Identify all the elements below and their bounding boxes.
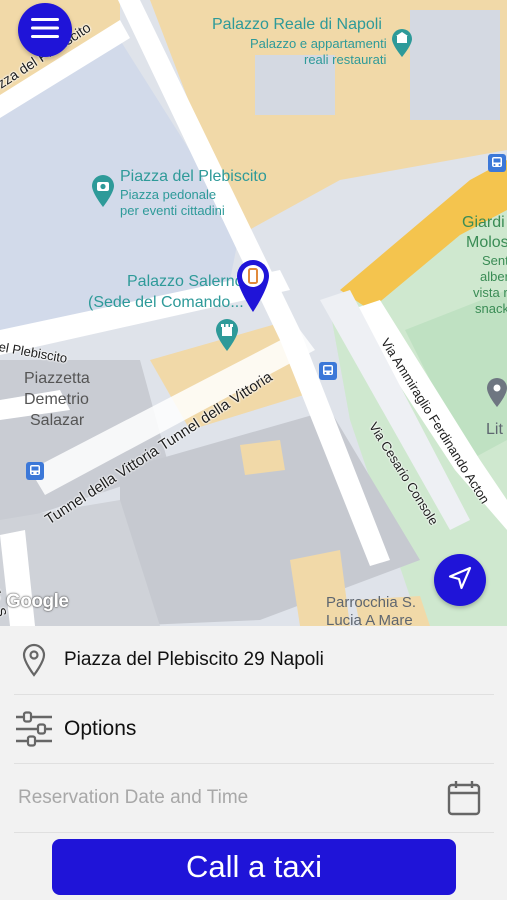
map-view[interactable]: Palazzo Reale di Napoli Palazzo e appart… xyxy=(0,0,507,626)
plebiscito-subtitle-2: per eventi cittadini xyxy=(120,203,225,218)
reservation-date-field[interactable]: Reservation Date and Time xyxy=(14,764,494,833)
palazzo-reale-subtitle-1: Palazzo e appartamenti xyxy=(250,36,387,51)
piazzetta-line-2: Demetrio xyxy=(24,391,89,408)
reservation-date-placeholder: Reservation Date and Time xyxy=(18,787,249,808)
parrocchia-line-1: Parrocchia S. xyxy=(326,594,417,611)
location-pin-icon xyxy=(14,640,54,680)
palazzo-reale-title: Palazzo Reale di Napoli xyxy=(212,16,382,33)
camera-icon[interactable] xyxy=(90,174,116,208)
monument-icon[interactable] xyxy=(214,318,240,352)
call-taxi-button[interactable]: Call a taxi xyxy=(52,839,456,895)
palazzo-salerno-subtitle: (Sede del Comando... xyxy=(88,294,244,311)
sliders-icon xyxy=(14,709,54,749)
google-logo: Google xyxy=(6,591,69,612)
options-label: Options xyxy=(64,717,137,740)
navigation-arrow-icon xyxy=(447,565,473,596)
parrocchia-line-2: Lucia A Mare xyxy=(326,612,413,626)
address-text: Piazza del Plebiscito 29 Napoli xyxy=(64,649,324,670)
landmark-icon[interactable] xyxy=(390,28,414,58)
selected-location-pin-icon[interactable] xyxy=(235,258,271,314)
my-location-button[interactable] xyxy=(434,554,486,606)
plebiscito-title: Piazza del Plebiscito xyxy=(120,168,267,185)
menu-button[interactable] xyxy=(18,3,72,57)
bus-stop-icon[interactable] xyxy=(488,154,506,172)
lit-label: Lit xyxy=(486,421,503,438)
piazzetta-line-3: Salazar xyxy=(30,412,85,429)
plebiscito-subtitle-1: Piazza pedonale xyxy=(120,187,217,202)
giardini-line-6: snack xyxy=(475,301,507,316)
giardini-line-4: alber xyxy=(480,269,507,284)
address-row[interactable]: Piazza del Plebiscito 29 Napoli xyxy=(14,626,494,695)
bus-stop-icon[interactable] xyxy=(26,462,44,480)
giardini-line-1: Giardi xyxy=(462,214,505,231)
booking-panel: Piazza del Plebiscito 29 Napoli Options … xyxy=(0,626,507,900)
giardini-line-5: vista r xyxy=(473,285,507,300)
palazzo-salerno-title: Palazzo Salerno xyxy=(127,273,244,290)
calendar-icon[interactable] xyxy=(444,778,484,818)
piazzetta-line-1: Piazzetta xyxy=(24,370,90,387)
place-pin-icon[interactable] xyxy=(486,378,507,408)
options-row[interactable]: Options xyxy=(14,695,494,764)
giardini-line-2: Molos xyxy=(466,234,507,251)
palazzo-reale-subtitle-2: reali restaurati xyxy=(304,52,387,67)
giardini-line-3: Sent xyxy=(482,253,507,268)
bus-stop-icon[interactable] xyxy=(319,362,337,380)
hamburger-menu-icon xyxy=(31,17,59,44)
